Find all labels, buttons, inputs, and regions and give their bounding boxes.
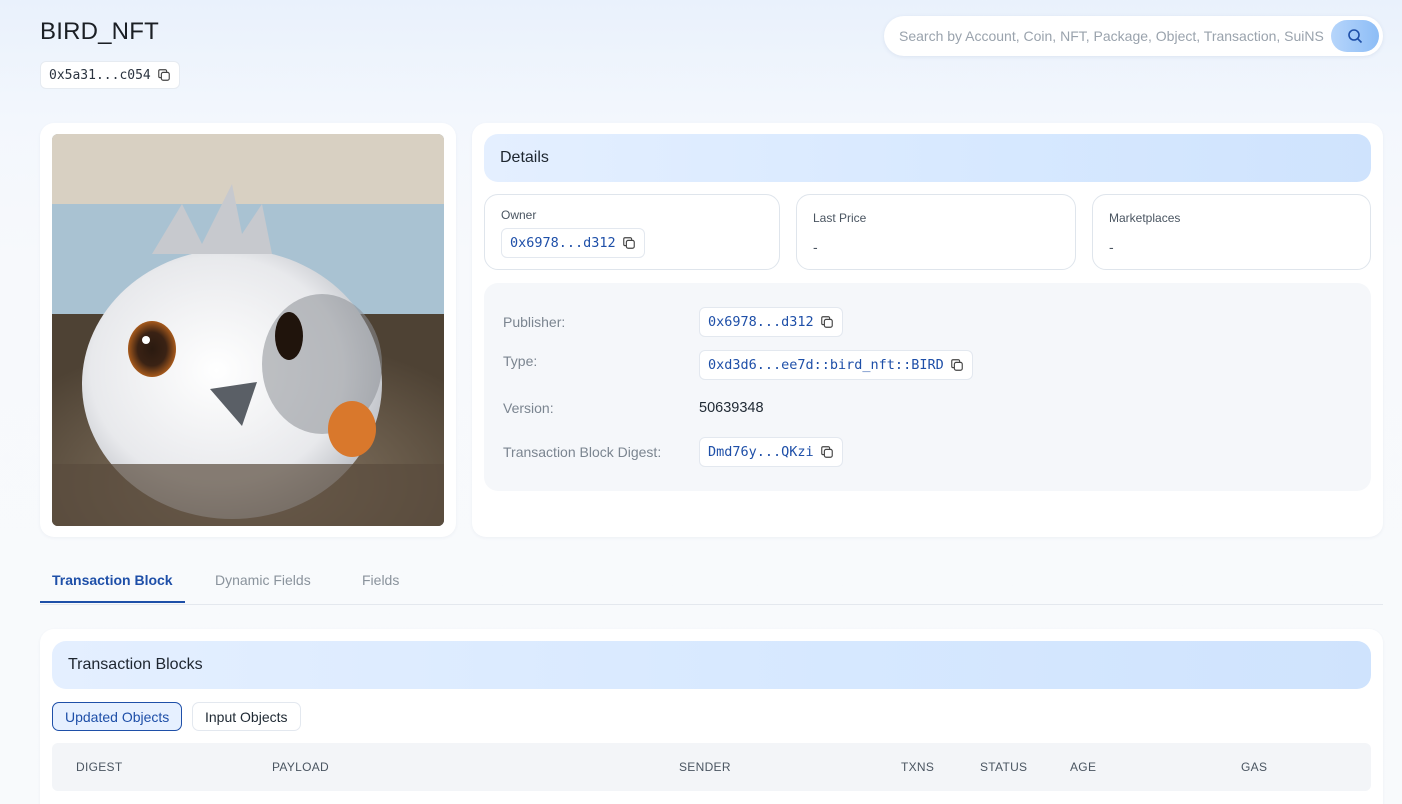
tab-fields[interactable]: Fields — [362, 572, 399, 602]
search-bar — [884, 16, 1383, 56]
copy-icon[interactable] — [622, 236, 636, 250]
updated-objects-button[interactable]: Updated Objects — [52, 702, 183, 731]
search-button[interactable] — [1331, 20, 1379, 52]
input-objects-button[interactable]: Input Objects — [192, 702, 301, 731]
tab-bar: Transaction Block Dynamic Fields Fields — [40, 564, 1383, 605]
copy-icon[interactable] — [157, 68, 171, 82]
col-gas: GAS — [1241, 760, 1268, 774]
publisher-label: Publisher: — [503, 314, 566, 330]
col-payload: PAYLOAD — [272, 760, 330, 774]
copy-icon[interactable] — [820, 445, 834, 459]
copy-icon[interactable] — [950, 358, 964, 372]
nft-image[interactable] — [52, 134, 444, 526]
col-status: STATUS — [980, 760, 1028, 774]
type-value[interactable]: 0xd3d6...ee7d::bird_nft::BIRD — [708, 357, 944, 373]
last-price-label: Last Price — [813, 211, 867, 225]
type-label: Type: — [503, 353, 538, 369]
search-icon — [1348, 29, 1363, 44]
marketplaces-value: - — [1109, 239, 1114, 255]
tx-digest-value[interactable]: Dmd76y...QKzi — [708, 444, 814, 460]
version-value: 50639348 — [699, 400, 764, 416]
details-heading: Details — [484, 134, 1371, 182]
publisher-address[interactable]: 0x6978...d312 — [708, 314, 814, 330]
publisher-chip[interactable]: 0x6978...d312 — [699, 307, 843, 337]
col-txns: TXNS — [901, 760, 935, 774]
bird-illustration — [52, 134, 444, 526]
table-header: DIGEST PAYLOAD SENDER TXNS STATUS AGE GA… — [52, 743, 1371, 791]
tab-dynamic-fields[interactable]: Dynamic Fields — [215, 572, 311, 602]
col-age: AGE — [1070, 760, 1097, 774]
transaction-blocks-card: Transaction Blocks Updated Objects Input… — [40, 629, 1383, 804]
type-chip[interactable]: 0xd3d6...ee7d::bird_nft::BIRD — [699, 350, 973, 380]
tx-digest-chip[interactable]: Dmd76y...QKzi — [699, 437, 843, 467]
col-sender: SENDER — [679, 760, 731, 774]
properties-panel: Publisher: 0x6978...d312 Type: 0xd3d6...… — [484, 283, 1371, 491]
owner-label: Owner — [501, 208, 537, 222]
details-card: Details Owner 0x6978...d312 Last Price -… — [472, 123, 1383, 537]
nft-image-card — [40, 123, 456, 537]
object-address-chip[interactable]: 0x5a31...c054 — [40, 61, 180, 89]
version-label: Version: — [503, 400, 554, 416]
last-price-box: Last Price - — [796, 194, 1076, 270]
marketplaces-box: Marketplaces - — [1092, 194, 1371, 270]
owner-address[interactable]: 0x6978...d312 — [510, 235, 616, 251]
tx-digest-label: Transaction Block Digest: — [503, 444, 662, 460]
search-input[interactable] — [899, 28, 1331, 44]
owner-box: Owner 0x6978...d312 — [484, 194, 780, 270]
tab-transaction-block[interactable]: Transaction Block — [40, 572, 185, 603]
copy-icon[interactable] — [820, 315, 834, 329]
last-price-value: - — [813, 239, 818, 255]
marketplaces-label: Marketplaces — [1109, 211, 1181, 225]
owner-chip[interactable]: 0x6978...d312 — [501, 228, 645, 258]
page-title: BIRD_NFT — [40, 18, 159, 45]
object-address: 0x5a31...c054 — [49, 67, 151, 83]
transaction-blocks-heading: Transaction Blocks — [52, 641, 1371, 689]
col-digest: DIGEST — [76, 760, 123, 774]
